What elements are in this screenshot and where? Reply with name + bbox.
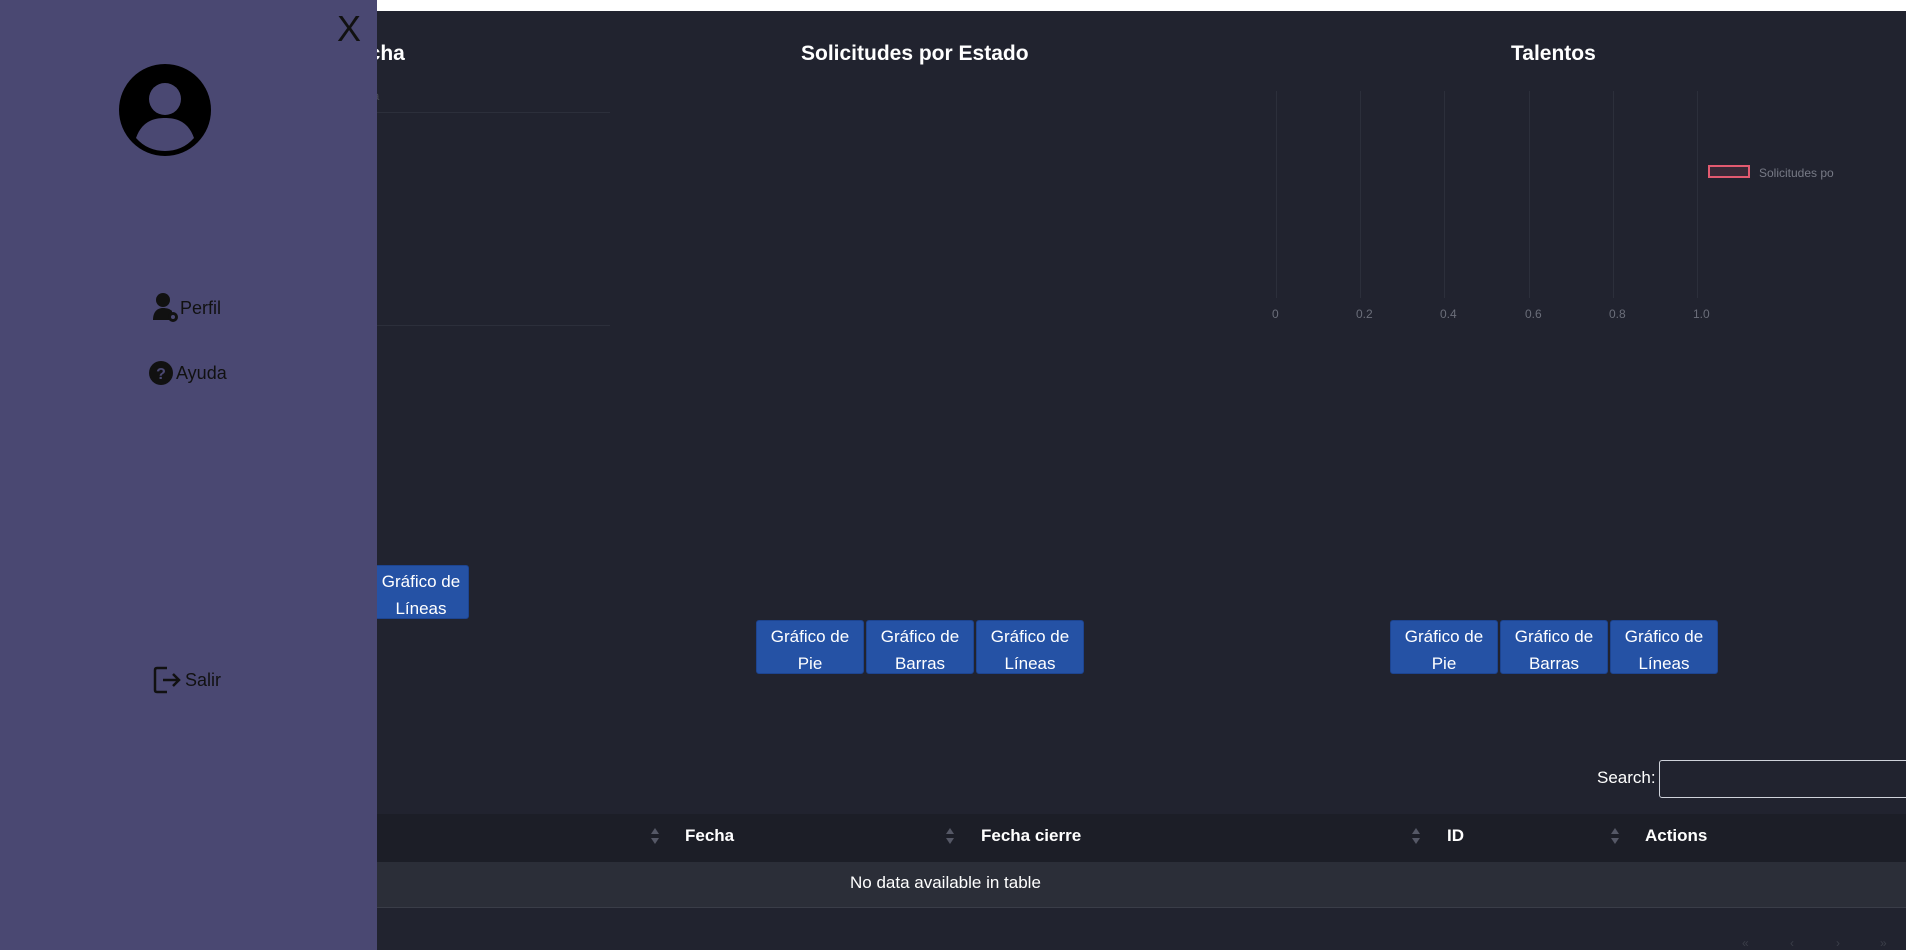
bar-chart-button[interactable]: Gráfico de Barras	[1500, 620, 1608, 674]
x-axis-tick-label: 0.6	[1525, 307, 1542, 321]
user-avatar-icon	[119, 64, 211, 156]
previous-page-icon[interactable]: ‹	[1790, 936, 1794, 950]
x-axis-tick-label: 0	[1272, 307, 1279, 321]
sort-icon[interactable]	[1610, 827, 1620, 847]
chart-gridline	[1444, 91, 1445, 298]
sidebar-item-label: Ayuda	[176, 362, 227, 383]
chart-gridline	[1613, 91, 1614, 298]
pie-chart-button[interactable]: Gráfico de Pie	[1390, 620, 1498, 674]
sort-icon[interactable]	[1411, 827, 1421, 847]
last-page-icon[interactable]: »	[1880, 936, 1887, 950]
svg-text:?: ?	[156, 366, 166, 383]
column-header-fecha[interactable]: Fecha	[685, 826, 734, 846]
chart-gridline	[1360, 91, 1361, 298]
sort-icon[interactable]	[945, 827, 955, 847]
x-axis-tick-label: 0.8	[1609, 307, 1626, 321]
search-input[interactable]	[1659, 760, 1906, 798]
chart-gridline	[1697, 91, 1698, 298]
first-page-icon[interactable]: «	[1742, 936, 1749, 950]
logout-icon	[153, 666, 181, 694]
chart-title-solicitudes-estado: Solicitudes por Estado	[801, 42, 1029, 65]
x-axis-tick-label: 0.2	[1356, 307, 1373, 321]
column-header-fecha-cierre[interactable]: Fecha cierre	[981, 826, 1081, 846]
sidebar-item-salir[interactable]: Salir	[153, 665, 221, 695]
user-gear-icon	[153, 293, 178, 322]
chart-gridline	[1276, 91, 1277, 298]
column-header-id[interactable]: ID	[1447, 826, 1464, 846]
line-chart-button[interactable]: Gráfico de Líneas	[1610, 620, 1718, 674]
x-axis-tick-label: 1.0	[1693, 307, 1710, 321]
chart-legend-swatch[interactable]	[1708, 165, 1750, 178]
next-page-icon[interactable]: ›	[1836, 936, 1840, 950]
pie-chart-button[interactable]: Gráfico de Pie	[756, 620, 864, 674]
sidebar-item-label: Perfil	[180, 297, 222, 318]
sort-icon[interactable]	[650, 827, 660, 847]
search-label: Search:	[1597, 768, 1656, 787]
chart-title-talentos: Talentos	[1511, 42, 1596, 65]
close-sidebar-button[interactable]: X	[337, 8, 361, 50]
chart-gridline	[377, 112, 610, 113]
line-chart-button[interactable]: Gráfico de Líneas	[976, 620, 1084, 674]
column-header-actions[interactable]: Actions	[1645, 826, 1707, 846]
x-axis-tick-label: 0.4	[1440, 307, 1457, 321]
sidebar-item-perfil[interactable]: Perfil	[152, 292, 221, 324]
bar-chart-button[interactable]: Gráfico de Barras	[866, 620, 974, 674]
sidebar: X Perfil ? Ayuda Salir	[0, 0, 377, 950]
chart-legend-label: Solicitudes po	[1759, 166, 1834, 180]
empty-table-message: No data available in table	[850, 873, 1041, 892]
line-chart-button[interactable]: Gráfico de Líneas	[373, 565, 469, 619]
sidebar-item-label: Salir	[185, 669, 222, 690]
help-circle-icon: ?	[149, 361, 173, 385]
chart-gridline	[377, 325, 610, 326]
sidebar-item-ayuda[interactable]: ? Ayuda	[148, 359, 227, 387]
chart-gridline	[1529, 91, 1530, 298]
